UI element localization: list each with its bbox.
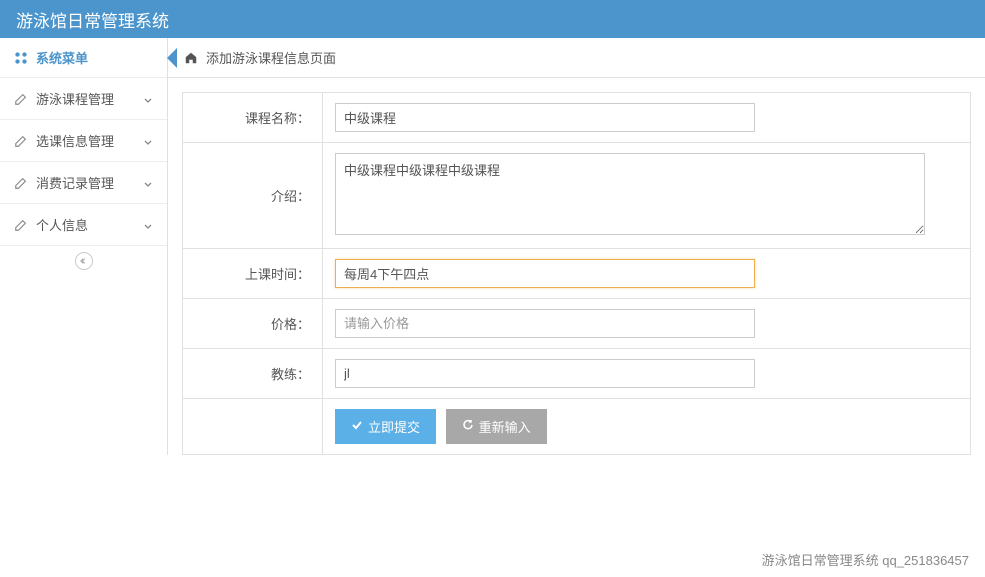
collapse-left-icon bbox=[75, 252, 93, 270]
chevron-down-icon bbox=[143, 220, 153, 230]
course-name-label: 课程名称： bbox=[183, 93, 323, 143]
chevron-down-icon bbox=[143, 178, 153, 188]
price-input[interactable] bbox=[335, 309, 755, 338]
reset-label: 重新输入 bbox=[479, 417, 531, 436]
sidebar-title-text: 系统菜单 bbox=[36, 48, 88, 67]
footer-text: 游泳馆日常管理系统 qq_251836457 bbox=[762, 550, 969, 569]
sidebar: 系统菜单 游泳课程管理 选课信息管理 bbox=[0, 38, 168, 455]
chevron-down-icon bbox=[143, 136, 153, 146]
coach-input[interactable] bbox=[335, 359, 755, 388]
sidebar-menu-title: 系统菜单 bbox=[0, 38, 167, 78]
sidebar-collapse-button[interactable] bbox=[0, 246, 167, 276]
form-table: 课程名称： 介绍： 上课时间： bbox=[182, 92, 971, 455]
sidebar-item-expense-mgmt[interactable]: 消费记录管理 bbox=[0, 162, 167, 204]
home-icon bbox=[184, 51, 198, 65]
edit-icon bbox=[14, 134, 28, 148]
breadcrumb: 添加游泳课程信息页面 bbox=[168, 38, 985, 78]
sidebar-item-label: 游泳课程管理 bbox=[36, 89, 114, 108]
time-label: 上课时间： bbox=[183, 249, 323, 299]
submit-button[interactable]: 立即提交 bbox=[335, 409, 436, 444]
sidebar-item-label: 选课信息管理 bbox=[36, 131, 114, 150]
coach-label: 教练： bbox=[183, 349, 323, 399]
app-title: 游泳馆日常管理系统 bbox=[16, 7, 169, 32]
main-content: 添加游泳课程信息页面 课程名称： 介绍： 上课时间： bbox=[168, 38, 985, 455]
check-icon bbox=[351, 419, 363, 434]
intro-label: 介绍： bbox=[183, 143, 323, 249]
app-header: 游泳馆日常管理系统 bbox=[0, 0, 985, 38]
sidebar-item-course-mgmt[interactable]: 游泳课程管理 bbox=[0, 78, 167, 120]
edit-icon bbox=[14, 92, 28, 106]
sidebar-item-label: 个人信息 bbox=[36, 215, 88, 234]
refresh-icon bbox=[462, 419, 474, 434]
intro-textarea[interactable] bbox=[335, 153, 925, 235]
reset-button[interactable]: 重新输入 bbox=[446, 409, 547, 444]
edit-icon bbox=[14, 218, 28, 232]
submit-label: 立即提交 bbox=[368, 417, 420, 436]
sidebar-item-label: 消费记录管理 bbox=[36, 173, 114, 192]
breadcrumb-text: 添加游泳课程信息页面 bbox=[206, 48, 336, 67]
course-name-input[interactable] bbox=[335, 103, 755, 132]
sidebar-item-personal-info[interactable]: 个人信息 bbox=[0, 204, 167, 246]
chevron-down-icon bbox=[143, 94, 153, 104]
price-label: 价格： bbox=[183, 299, 323, 349]
time-input[interactable] bbox=[335, 259, 755, 288]
sidebar-item-enroll-mgmt[interactable]: 选课信息管理 bbox=[0, 120, 167, 162]
dashboard-icon bbox=[14, 51, 28, 65]
edit-icon bbox=[14, 176, 28, 190]
